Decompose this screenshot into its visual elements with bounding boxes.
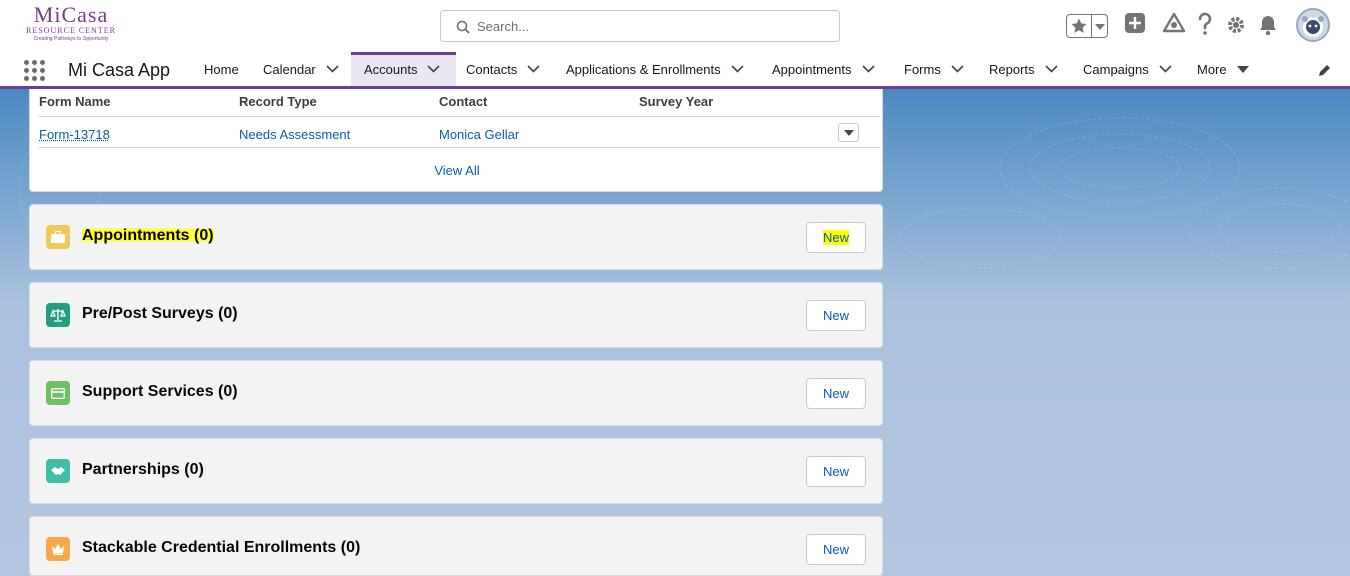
pre-post-surveys-related-list: Pre/Post Surveys (0) New [29,282,883,348]
logo-tagline: Creating Pathways to Opportunity [33,36,109,42]
nav-home-label: Home [204,61,239,77]
support-services-card-icon [46,381,70,405]
chevron-down-icon[interactable] [1159,65,1172,73]
trailhead-icon[interactable] [1162,12,1186,34]
nav-more[interactable]: More [1197,52,1249,86]
chevron-down-icon[interactable] [326,65,339,73]
row-actions-menu-button[interactable] [838,123,859,142]
nav-appointments[interactable]: Appointments [772,52,875,86]
column-header-survey-year[interactable]: Survey Year [639,94,713,109]
favorites-button[interactable] [1066,14,1108,38]
logo-subtitle: RESOURCE CENTER [26,26,116,35]
nav-calendar-label: Calendar [263,61,316,77]
divider [38,147,881,148]
global-header: MiCasa RESOURCE CENTER Creating Pathways… [0,0,1350,52]
nav-reports[interactable]: Reports [989,52,1058,86]
divider [38,116,881,117]
global-search[interactable] [440,10,840,42]
nav-accounts[interactable]: Accounts [351,52,456,86]
nav-forms-label: Forms [904,61,941,77]
view-all-link[interactable]: View All [30,163,884,178]
column-header-form-name[interactable]: Form Name [39,94,111,109]
support-services-related-list: Support Services (0) New [29,360,883,426]
search-input[interactable] [477,11,827,41]
form-name-link[interactable]: Form-13718 [39,127,110,142]
new-survey-button[interactable]: New [806,300,866,331]
nav-home[interactable]: Home [204,52,239,86]
app-navigation-bar: Mi Casa App Home Calendar Accounts Conta… [0,52,1350,89]
chevron-down-icon[interactable] [527,65,540,73]
favorites-dropdown-icon[interactable] [1095,24,1105,30]
search-icon [456,20,470,34]
chevron-down-icon[interactable] [731,65,744,73]
contact-link[interactable]: Monica Gellar [439,127,519,142]
nav-applications-label: Applications & Enrollments [566,61,721,77]
nav-more-label: More [1197,61,1227,77]
new-support-service-button[interactable]: New [806,378,866,409]
new-appointment-button[interactable]: New [806,222,866,253]
nav-reports-label: Reports [989,61,1035,77]
appointments-title[interactable]: Appointments (0) [82,227,214,245]
micasa-logo[interactable]: MiCasa RESOURCE CENTER Creating Pathways… [16,4,126,48]
record-type-link[interactable]: Needs Assessment [239,127,350,142]
forms-related-list: Form Name Record Type Contact Survey Yea… [29,89,883,192]
avatar[interactable] [1296,8,1330,42]
edit-nav-pencil-icon[interactable] [1317,64,1331,78]
nav-campaigns-label: Campaigns [1083,61,1149,77]
column-header-record-type[interactable]: Record Type [239,94,317,109]
nav-appointments-label: Appointments [772,61,852,77]
new-partnership-button[interactable]: New [806,456,866,487]
logo-title: MiCasa [33,2,109,27]
app-name: Mi Casa App [68,60,171,80]
setup-gear-icon[interactable] [1226,15,1246,35]
column-header-contact[interactable]: Contact [439,94,487,109]
chevron-down-icon[interactable] [427,65,441,73]
stackable-credential-enrollments-title[interactable]: Stackable Credential Enrollments (0) [82,539,360,557]
add-icon[interactable] [1124,12,1146,34]
nav-contacts-label: Contacts [466,61,518,77]
star-icon [1071,18,1087,33]
new-credential-enrollment-button[interactable]: New [806,534,866,565]
caret-down-icon[interactable] [1236,65,1249,73]
nav-contacts[interactable]: Contacts [466,52,540,86]
astro-avatar-icon [1302,16,1324,37]
survey-scales-icon [46,303,70,327]
partnerships-related-list: Partnerships (0) New [29,438,883,504]
nav-calendar[interactable]: Calendar [263,52,339,86]
caret-down-icon [844,130,854,136]
stackable-credential-enrollments-related-list: Stackable Credential Enrollments (0) New [29,516,883,576]
help-icon[interactable] [1196,12,1214,36]
nav-accounts-label: Accounts [364,61,418,77]
credential-crown-icon [46,537,70,561]
chevron-down-icon[interactable] [861,65,875,73]
nav-forms[interactable]: Forms [904,52,964,86]
notifications-bell-icon[interactable] [1258,14,1278,36]
app-launcher-waffle-icon[interactable] [24,60,46,82]
chevron-down-icon[interactable] [951,65,964,73]
partnerships-title[interactable]: Partnerships (0) [82,461,204,479]
partnerships-handshake-icon [46,459,70,483]
appointments-related-list: Appointments (0) New [29,204,883,270]
pre-post-surveys-title[interactable]: Pre/Post Surveys (0) [82,305,238,323]
appointment-briefcase-icon [46,225,70,249]
chevron-down-icon[interactable] [1044,65,1058,73]
nav-applications-enrollments[interactable]: Applications & Enrollments [566,52,744,86]
support-services-title[interactable]: Support Services (0) [82,383,238,401]
nav-campaigns[interactable]: Campaigns [1083,52,1172,86]
